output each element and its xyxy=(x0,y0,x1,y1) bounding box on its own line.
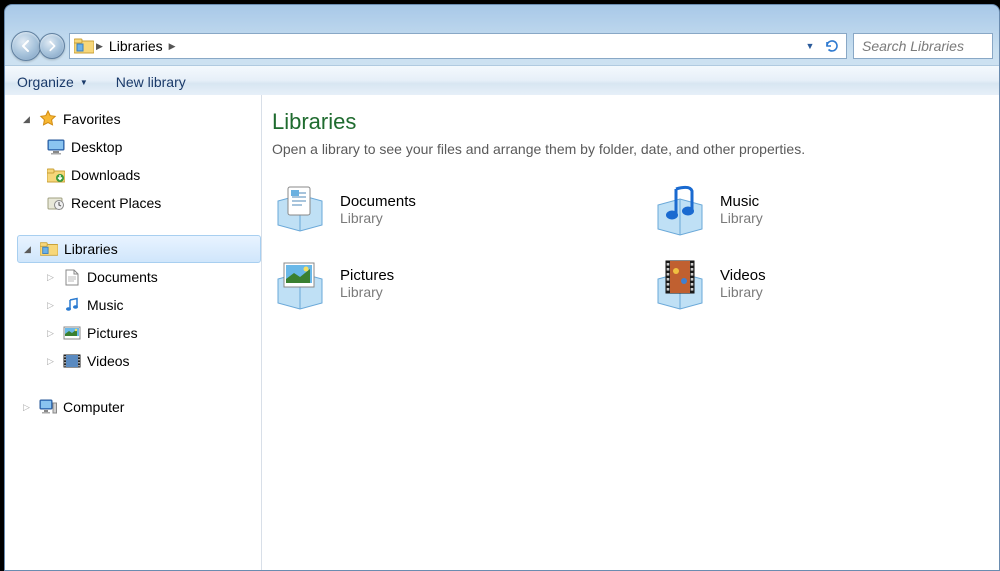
search-input[interactable]: Search Libraries xyxy=(853,33,993,59)
expand-arrow-icon[interactable]: ▷ xyxy=(23,402,33,413)
toolbar: Organize ▼ New library xyxy=(5,65,999,99)
library-type: Library xyxy=(720,284,766,300)
sidebar-item-label: Downloads xyxy=(71,167,140,183)
library-item-music[interactable]: Music Library xyxy=(652,181,972,237)
sidebar-item-pictures[interactable]: ▷ Pictures xyxy=(17,319,261,347)
content-pane: Libraries Open a library to see your fil… xyxy=(262,95,999,570)
explorer-window: ▶ Libraries ▶ ▼ Search Libraries Organiz… xyxy=(4,4,1000,571)
sidebar-item-label: Documents xyxy=(87,269,158,285)
desktop-icon xyxy=(47,138,65,156)
videos-library-icon xyxy=(652,255,708,311)
sidebar-item-documents[interactable]: ▷ Documents xyxy=(17,263,261,291)
library-item-videos[interactable]: Videos Library xyxy=(652,255,972,311)
library-type: Library xyxy=(340,284,394,300)
music-library-icon xyxy=(652,181,708,237)
library-name: Documents xyxy=(340,193,416,210)
library-type: Library xyxy=(340,210,416,226)
sidebar-item-downloads[interactable]: Downloads xyxy=(17,161,261,189)
libraries-icon xyxy=(74,38,94,54)
sidebar-item-libraries[interactable]: ◢ Libraries xyxy=(17,235,261,263)
sidebar-item-desktop[interactable]: Desktop xyxy=(17,133,261,161)
recent-places-icon xyxy=(47,194,65,212)
collapse-arrow-icon[interactable]: ◢ xyxy=(23,114,33,125)
expand-arrow-icon[interactable]: ▷ xyxy=(47,272,57,283)
sidebar-item-favorites[interactable]: ◢ Favorites xyxy=(17,105,261,133)
expand-arrow-icon[interactable]: ▷ xyxy=(47,300,57,311)
sidebar-item-label: Pictures xyxy=(87,325,138,341)
sidebar-item-label: Favorites xyxy=(63,111,121,127)
document-icon xyxy=(63,268,81,286)
page-title: Libraries xyxy=(272,109,989,135)
collapse-arrow-icon[interactable]: ◢ xyxy=(24,244,34,255)
documents-library-icon xyxy=(272,181,328,237)
organize-button[interactable]: Organize ▼ xyxy=(17,74,88,90)
library-name: Pictures xyxy=(340,267,394,284)
star-icon xyxy=(39,110,57,128)
navigation-pane: ◢ Favorites Desktop xyxy=(5,95,262,570)
page-subtitle: Open a library to see your files and arr… xyxy=(272,141,989,157)
libraries-icon xyxy=(40,240,58,258)
expand-arrow-icon[interactable]: ▷ xyxy=(47,356,57,367)
library-type: Library xyxy=(720,210,763,226)
expand-arrow-icon[interactable]: ▷ xyxy=(47,328,57,339)
sidebar-item-label: Libraries xyxy=(64,241,118,257)
arrow-right-icon xyxy=(46,40,58,52)
address-field[interactable]: ▶ Libraries ▶ ▼ xyxy=(69,33,847,59)
sidebar-item-label: Music xyxy=(87,297,124,313)
chevron-down-icon: ▼ xyxy=(80,78,88,87)
arrow-left-icon xyxy=(19,39,33,53)
sidebar-item-computer[interactable]: ▷ Computer xyxy=(17,393,261,421)
downloads-icon xyxy=(47,166,65,184)
computer-icon xyxy=(39,398,57,416)
back-button[interactable] xyxy=(11,31,41,61)
chevron-down-icon: ▼ xyxy=(806,41,815,51)
refresh-button[interactable] xyxy=(822,36,842,56)
sidebar-item-label: Recent Places xyxy=(71,195,161,211)
breadcrumb-sep-icon: ▶ xyxy=(167,41,178,52)
pictures-icon xyxy=(63,324,81,342)
search-placeholder: Search Libraries xyxy=(862,38,964,54)
sidebar-item-label: Computer xyxy=(63,399,124,415)
sidebar-item-music[interactable]: ▷ Music xyxy=(17,291,261,319)
titlebar[interactable] xyxy=(5,5,999,27)
music-icon xyxy=(63,296,81,314)
sidebar-item-videos[interactable]: ▷ Videos xyxy=(17,347,261,375)
pictures-library-icon xyxy=(272,255,328,311)
breadcrumb-sep-icon: ▶ xyxy=(94,41,105,52)
sidebar-item-recent-places[interactable]: Recent Places xyxy=(17,189,261,217)
library-item-pictures[interactable]: Pictures Library xyxy=(272,255,652,311)
sidebar-item-label: Videos xyxy=(87,353,130,369)
sidebar-item-label: Desktop xyxy=(71,139,122,155)
library-name: Music xyxy=(720,193,763,210)
library-item-documents[interactable]: Documents Library xyxy=(272,181,652,237)
history-dropdown-button[interactable]: ▼ xyxy=(800,36,820,56)
videos-icon xyxy=(63,352,81,370)
breadcrumb-location[interactable]: Libraries xyxy=(105,38,167,54)
refresh-icon xyxy=(824,38,840,54)
new-library-button[interactable]: New library xyxy=(116,74,186,90)
address-bar: ▶ Libraries ▶ ▼ Search Libraries xyxy=(5,27,999,65)
forward-button[interactable] xyxy=(39,33,65,59)
library-name: Videos xyxy=(720,267,766,284)
